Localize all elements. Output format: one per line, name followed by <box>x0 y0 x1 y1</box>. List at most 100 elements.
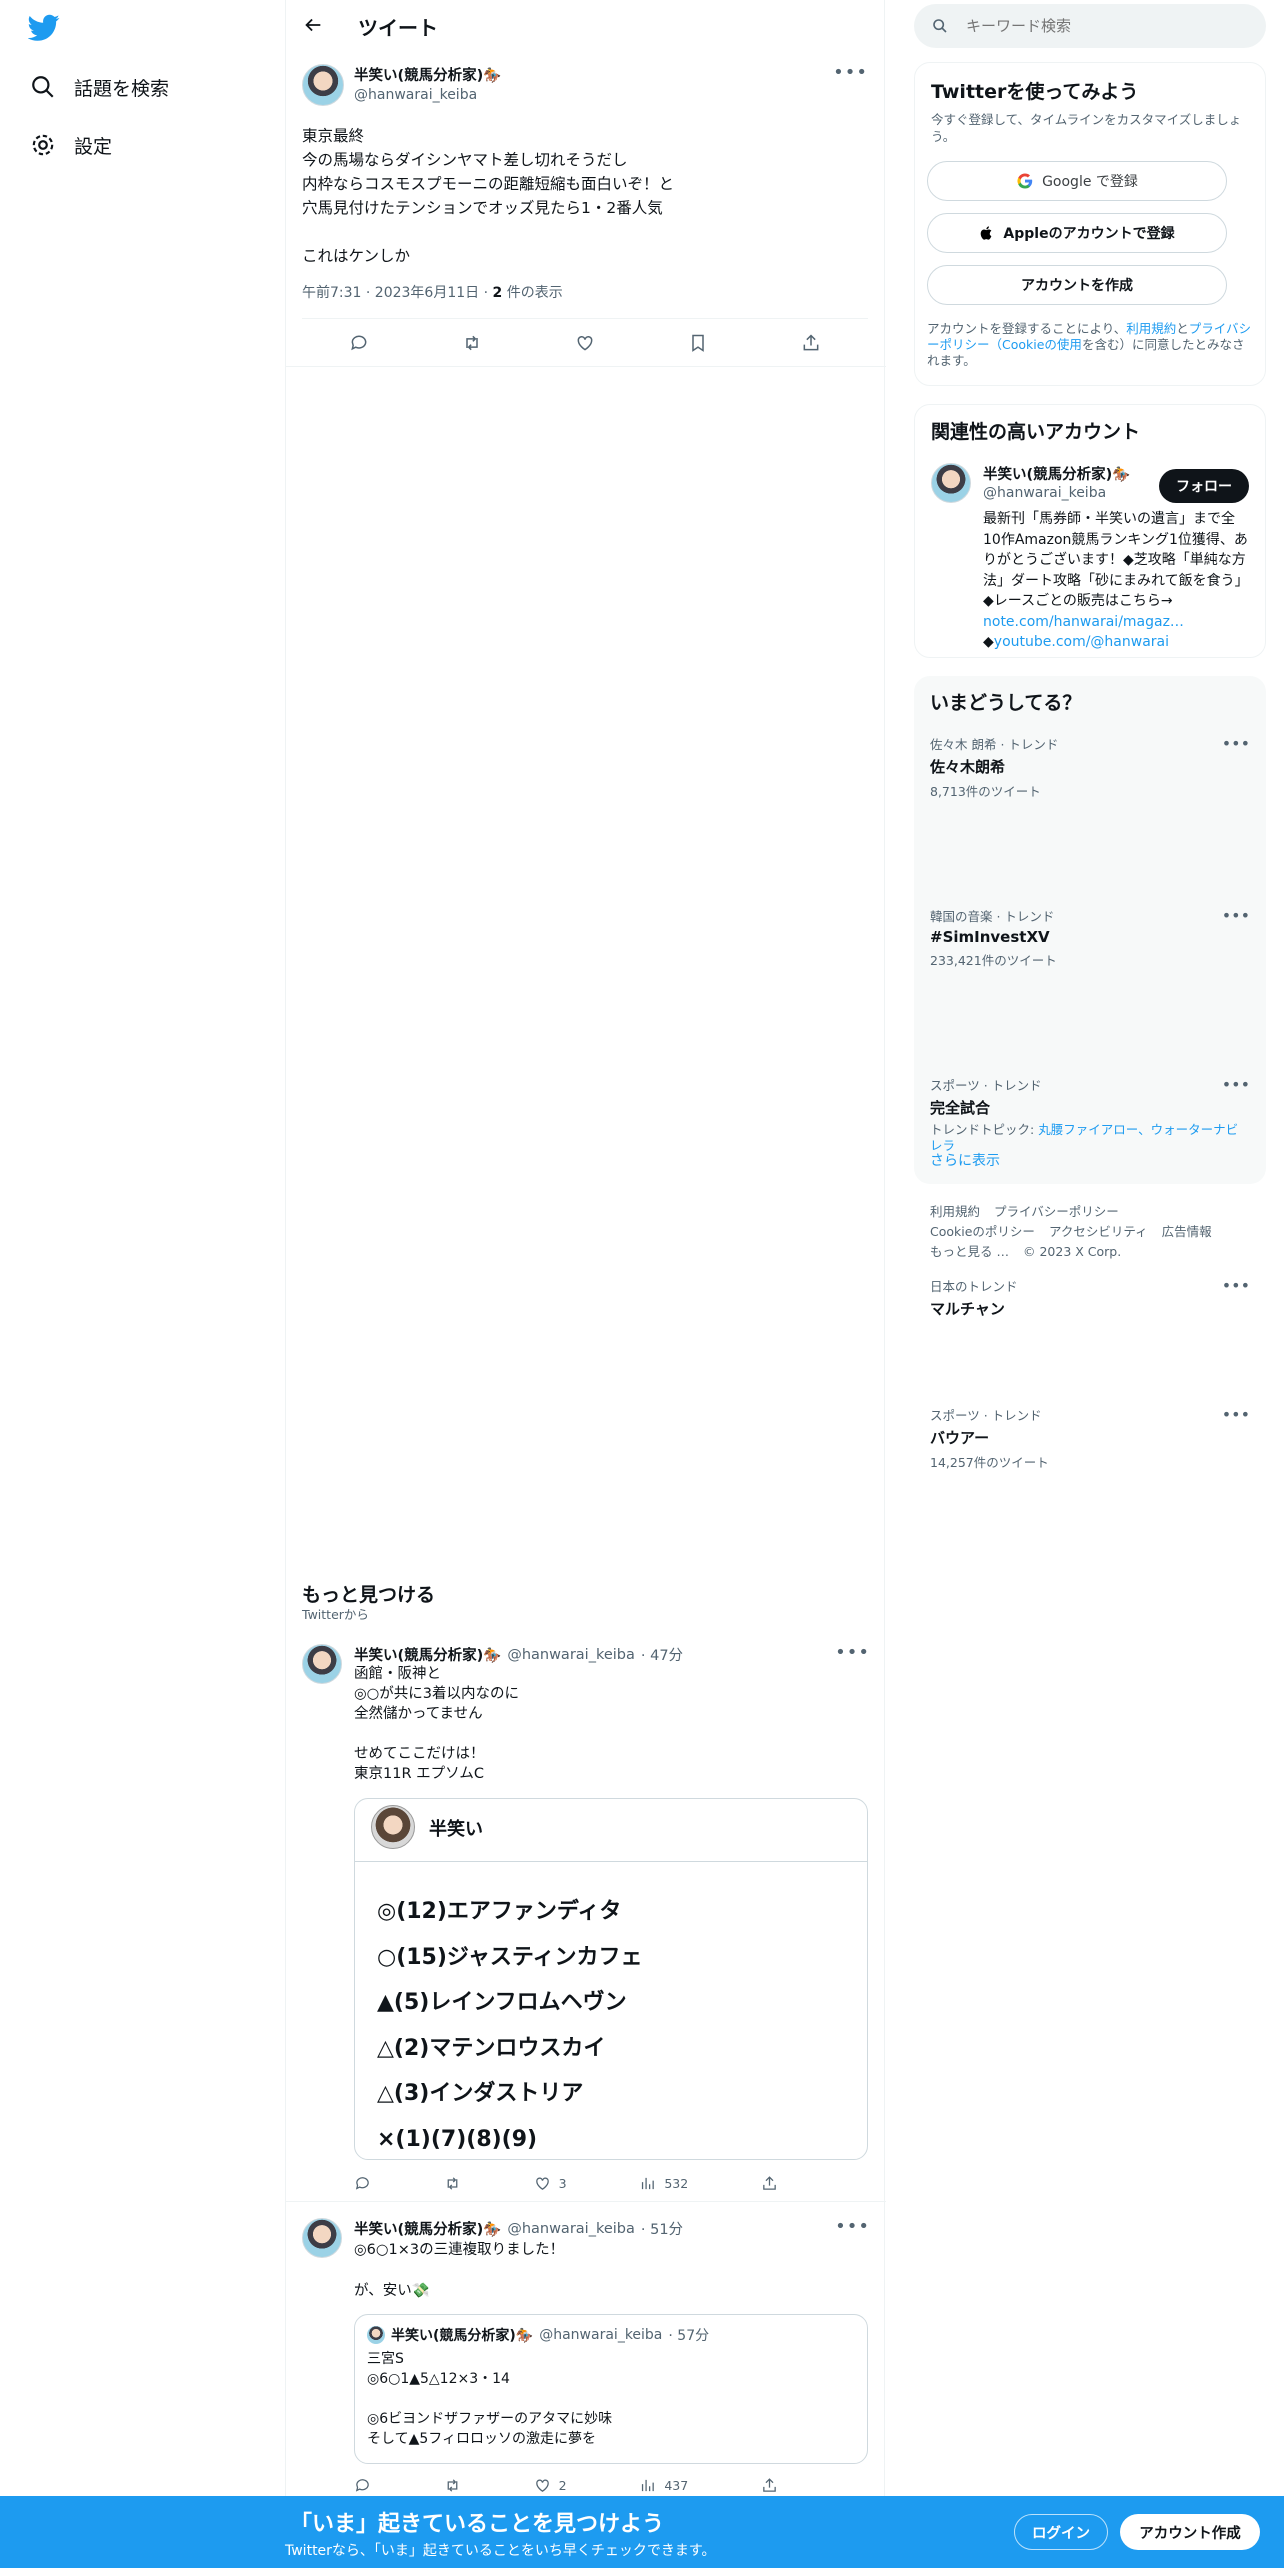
tweet-author-line: 半笑い(競馬分析家)🏇 @hanwarai_keiba · 47分 <box>354 1644 683 1665</box>
heart-icon <box>535 2479 549 2492</box>
trend-category: 佐々木 朗希 · トレンド <box>930 737 1059 752</box>
views-button[interactable]: 437 <box>639 2477 688 2494</box>
bio-link[interactable]: youtube.com/@hanwarai <box>994 634 1169 650</box>
twitter-logo-icon[interactable] <box>27 14 60 46</box>
more-icon[interactable]: ••• <box>1222 734 1250 753</box>
trend-item[interactable]: 日本のトレンド マルチャン ••• <box>914 1264 1266 1331</box>
bottom-bar-title: 「いま」起きていることを見つけよう <box>290 2512 665 2537</box>
related-title: 関連性の高いアカウント <box>931 421 1141 443</box>
more-icon[interactable]: ••• <box>1222 906 1250 925</box>
more-icon[interactable]: ••• <box>835 2216 870 2237</box>
discover-tweet[interactable]: 半笑い(競馬分析家)🏇 @hanwarai_keiba · 51分 ••• ◎6… <box>286 2202 886 2502</box>
chart-icon <box>642 2177 655 2189</box>
card-name: 半笑い <box>429 1819 483 1840</box>
apple-icon <box>981 226 992 240</box>
search-box[interactable] <box>914 4 1266 48</box>
signup-subtitle: 今すぐ登録して、タイムラインをカスタマイズしましょう。 <box>931 112 1242 144</box>
more-icon[interactable]: ••• <box>833 62 868 83</box>
quote-tweet[interactable]: 半笑い(競馬分析家)🏇 @hanwarai_keiba · 57分 三宮S ◎6… <box>354 2314 868 2464</box>
quote-avatar <box>367 2326 385 2344</box>
google-signup-button[interactable]: Google で登録 <box>927 161 1227 201</box>
quote-author-handle: @hanwarai_keiba <box>539 2327 663 2343</box>
avatar[interactable] <box>302 2218 342 2258</box>
author-name[interactable]: 半笑い(競馬分析家)🏇 <box>354 1644 501 1665</box>
nav-settings-label: 設定 <box>74 135 113 158</box>
follow-button[interactable]: フォロー <box>1159 469 1249 503</box>
author-name[interactable]: 半笑い(競馬分析家)🏇 <box>354 2218 501 2239</box>
more-icon[interactable]: ••• <box>835 1642 870 1663</box>
trend-name: #SimInvestXV <box>930 928 1050 946</box>
author-handle: @hanwarai_keiba <box>507 2220 635 2237</box>
more-icon[interactable]: ••• <box>1222 1276 1250 1295</box>
tweet-time[interactable]: 午前7:31 · 2023年6月11日 · <box>302 285 493 301</box>
divider <box>286 366 886 367</box>
search-icon <box>32 76 54 98</box>
more-icon[interactable]: ••• <box>1222 1405 1250 1424</box>
share-icon[interactable] <box>801 333 821 353</box>
trend-topics-label: トレンドトピック: <box>930 1122 1039 1137</box>
signup-button[interactable]: アカウント作成 <box>1120 2514 1260 2550</box>
trend-item[interactable]: スポーツ · トレンド バウアー 14,257件のツイート ••• <box>914 1393 1266 1483</box>
footer-link[interactable]: Cookieのポリシー <box>930 1222 1035 1242</box>
show-more-link[interactable]: さらに表示 <box>930 1150 1000 1170</box>
terms-link[interactable]: 利用規約 <box>1126 321 1176 336</box>
quote-time: · 57分 <box>668 2328 710 2344</box>
trend-count: 8,713件のツイート <box>930 784 1041 799</box>
login-button[interactable]: ログイン <box>1014 2514 1108 2550</box>
create-account-button[interactable]: アカウントを作成 <box>927 265 1227 305</box>
trend-item[interactable]: 佐々木 朗希 · トレンド 佐々木朗希 8,713件のツイート ••• <box>914 722 1266 812</box>
reply-icon[interactable] <box>349 333 369 353</box>
tweet-time[interactable]: · 51分 <box>641 2218 683 2239</box>
divider <box>355 1861 867 1862</box>
main-column: ツイート 半笑い(競馬分析家)🏇 @hanwarai_keiba ••• 東京最… <box>285 0 886 2568</box>
heart-icon[interactable] <box>575 333 595 353</box>
like-button[interactable]: 3 <box>534 2175 567 2192</box>
trend-name: マルチャン <box>930 1300 1005 1318</box>
quote-author-name: 半笑い(競馬分析家)🏇 <box>391 2328 534 2344</box>
bookmark-icon[interactable] <box>688 333 708 353</box>
trend-item[interactable]: 韓国の音楽 · トレンド #SimInvestXV 233,421件のツイート … <box>914 894 1266 981</box>
reply-icon[interactable] <box>354 2477 371 2494</box>
bottom-bar-subtitle: Twitterなら、「いま」起きていることをいち早くチェックできます。 <box>285 2543 716 2559</box>
main-tweet-author[interactable]: 半笑い(競馬分析家)🏇 @hanwarai_keiba <box>354 64 501 103</box>
search-input[interactable] <box>964 16 1244 36</box>
retweet-icon[interactable] <box>444 2477 461 2494</box>
footer-link[interactable]: 利用規約 <box>930 1202 980 1222</box>
like-button[interactable]: 2 <box>534 2477 567 2494</box>
nav-settings[interactable]: 設定 <box>0 116 112 174</box>
footer-link[interactable]: 広告情報 <box>1162 1222 1212 1242</box>
retweet-icon[interactable] <box>462 333 482 353</box>
related-accounts-panel: 関連性の高いアカウント 半笑い(競馬分析家)🏇 @hanwarai_keiba … <box>914 404 1266 658</box>
footer-more-link[interactable]: もっと見る … <box>930 1242 1009 1262</box>
reply-icon[interactable] <box>354 2175 371 2192</box>
trends-title: いまどうしてる？ <box>930 692 1082 714</box>
trend-count: 233,421件のツイート <box>930 953 1057 968</box>
tweet-image-card[interactable]: 半笑い ◎(12)エアファンディタ ○(15)ジャスティンカフェ ▲(5)レイン… <box>354 1798 868 2160</box>
avatar[interactable] <box>302 64 344 106</box>
divider <box>302 318 868 319</box>
bio-link[interactable]: note.com/hanwarai/magaz… <box>983 614 1184 630</box>
avatar[interactable] <box>302 1644 342 1684</box>
back-button[interactable] <box>302 14 324 40</box>
left-nav: 話題を検索 設定 <box>0 0 285 2568</box>
retweet-icon[interactable] <box>444 2175 461 2192</box>
trend-category: スポーツ · トレンド <box>930 1408 1042 1423</box>
share-icon[interactable] <box>761 2175 778 2192</box>
card-avatar <box>371 1805 415 1849</box>
more-icon[interactable]: ••• <box>1222 1075 1250 1094</box>
views-button[interactable]: 532 <box>639 2175 688 2192</box>
share-icon[interactable] <box>761 2477 778 2494</box>
apple-signup-button[interactable]: Appleのアカウントで登録 <box>927 213 1227 253</box>
related-name[interactable]: 半笑い(競馬分析家)🏇 <box>983 463 1130 484</box>
views-count: 437 <box>664 2477 689 2493</box>
gear-icon <box>32 134 54 156</box>
signup-legal: アカウントを登録することにより、利用規約とプライバシーポリシー（Cookieの使… <box>927 321 1253 369</box>
discover-tweet[interactable]: 半笑い(競馬分析家)🏇 @hanwarai_keiba · 47分 ••• 函館… <box>286 1620 886 2202</box>
tweet-time[interactable]: · 47分 <box>641 1644 683 1665</box>
main-tweet-actions <box>302 330 868 356</box>
footer-link[interactable]: プライバシーポリシー <box>994 1202 1119 1222</box>
avatar[interactable] <box>931 463 971 503</box>
footer-link[interactable]: アクセシビリティ <box>1049 1222 1148 1242</box>
create-account-label: アカウントを作成 <box>1021 278 1133 294</box>
nav-explore[interactable]: 話題を検索 <box>0 58 169 116</box>
